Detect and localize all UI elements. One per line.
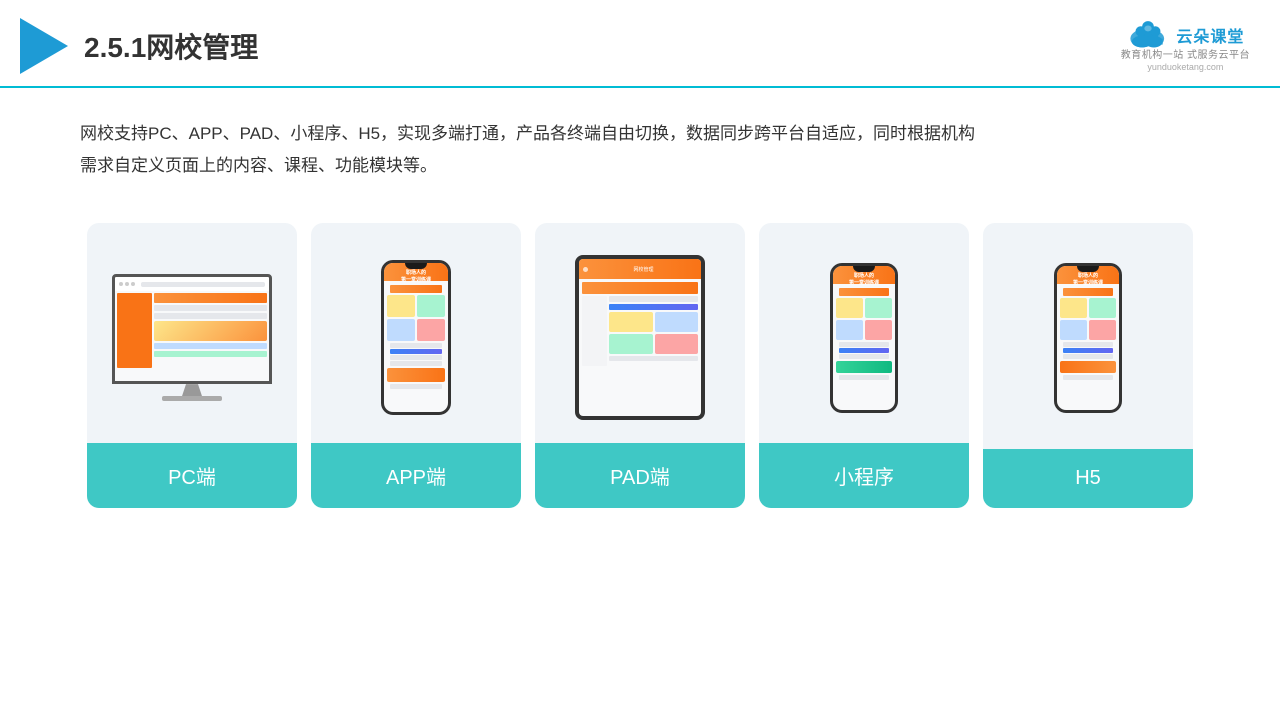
miniapp-card-image: 职场人的第一堂训练课 (759, 223, 969, 443)
pc-card-image (87, 223, 297, 443)
brand-url: yunduoketang.com (1147, 62, 1223, 72)
h5-card-label: H5 (983, 449, 1193, 508)
h5-card-image: 职场人的第一堂训练课 (983, 223, 1193, 443)
miniapp-card-label: 小程序 (759, 443, 969, 508)
brand-logo: 云朵课堂 (1126, 21, 1244, 49)
cloud-icon (1126, 21, 1170, 49)
pc-card: PC端 (87, 223, 297, 508)
h5-card: 职场人的第一堂训练课 (983, 223, 1193, 508)
brand-name: 云朵课堂 (1176, 23, 1244, 47)
pad-card: 网校管理 (535, 223, 745, 508)
phone-screen: 职场人的第一堂训练课 (384, 263, 448, 412)
app-card-label: APP端 (311, 443, 521, 508)
miniapp-card: 职场人的第一堂训练课 (759, 223, 969, 508)
header-left: 2.5.1网校管理 (20, 18, 258, 74)
app-card-image: 职场人的第一堂训练课 (311, 223, 521, 443)
description-paragraph: 网校支持PC、APP、PAD、小程序、H5，实现多端打通，产品各终端自由切换，数… (80, 118, 1200, 183)
h5-phone-notch (1077, 266, 1099, 272)
page-header: 2.5.1网校管理 云朵课堂 教育机构一站 (0, 0, 1280, 88)
brand-slogan-line: 教育机构一站 式服务云平台 (1121, 49, 1250, 62)
h5-phone-mock: 职场人的第一堂训练课 (1054, 263, 1122, 413)
pc-card-label: PC端 (87, 443, 297, 508)
pc-screen (112, 274, 272, 384)
tablet-screen: 网校管理 (579, 259, 701, 416)
device-cards-container: PC端 职场人的第一堂训练课 (0, 203, 1280, 528)
phone-notch (405, 263, 427, 269)
tablet-mock: 网校管理 (575, 255, 705, 420)
logo-triangle-icon (20, 18, 68, 74)
h5-phone-screen: 职场人的第一堂训练课 (1057, 266, 1119, 410)
page-title: 2.5.1网校管理 (84, 26, 258, 66)
miniapp-phone-mock: 职场人的第一堂训练课 (830, 263, 898, 413)
pad-card-label: PAD端 (535, 443, 745, 508)
pc-device-mock (112, 274, 272, 401)
app-phone-mock: 职场人的第一堂训练课 (381, 260, 451, 415)
miniapp-phone-notch (853, 266, 875, 272)
description-text: 网校支持PC、APP、PAD、小程序、H5，实现多端打通，产品各终端自由切换，数… (0, 88, 1280, 203)
pad-card-image: 网校管理 (535, 223, 745, 443)
miniapp-phone-screen: 职场人的第一堂训练课 (833, 266, 895, 410)
header-right: 云朵课堂 教育机构一站 式服务云平台 yunduoketang.com (1121, 21, 1250, 72)
brand-slogan: 教育机构一站 式服务云平台 (1121, 49, 1250, 62)
app-card: 职场人的第一堂训练课 (311, 223, 521, 508)
